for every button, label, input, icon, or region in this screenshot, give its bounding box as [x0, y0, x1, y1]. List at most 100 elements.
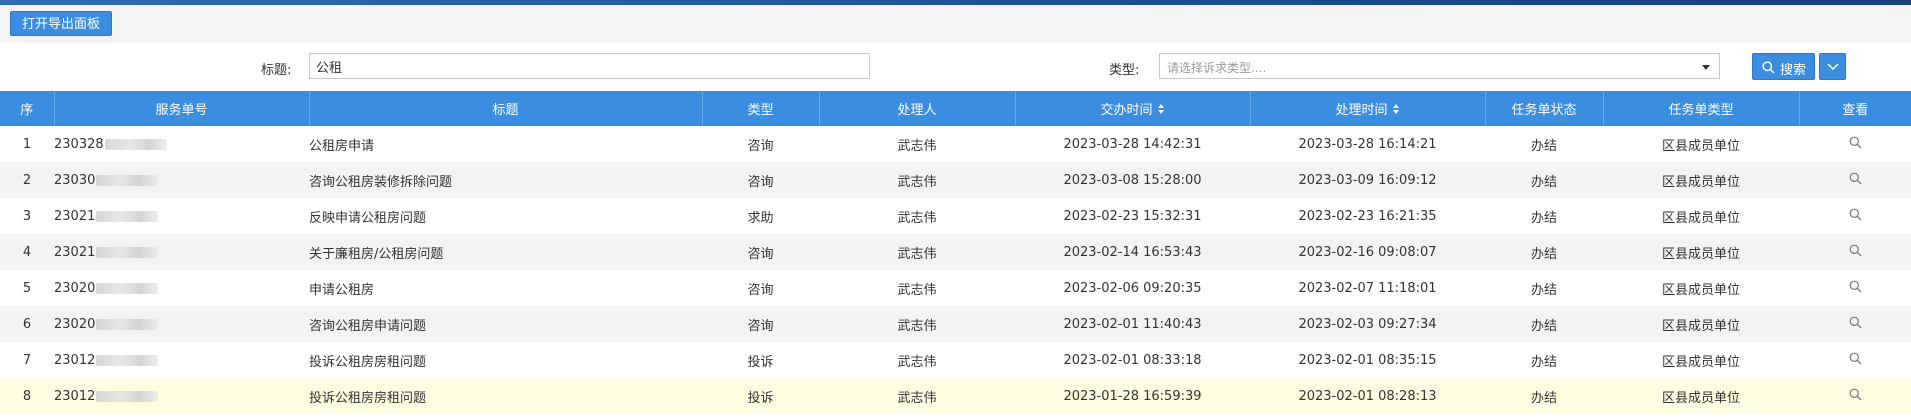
row-task-status-text: 办结	[1530, 354, 1557, 370]
row-view	[1799, 342, 1911, 378]
row-type: 咨询	[702, 126, 819, 162]
service-no-text: 23021	[54, 208, 96, 224]
row-task-type-text: 区县成员单位	[1661, 318, 1740, 334]
view-magnifier-icon[interactable]	[1849, 244, 1862, 261]
row-assigned-time-text: 2023-02-01 08:33:18	[1063, 352, 1202, 368]
header-view[interactable]: 查看	[1799, 91, 1911, 126]
row-handler-text: 武志伟	[897, 138, 937, 154]
row-handled-time: 2023-02-03 09:27:34	[1250, 306, 1485, 342]
header-handler[interactable]: 处理人	[819, 91, 1016, 126]
search-button-label: 搜索	[1780, 63, 1807, 78]
open-export-panel-button[interactable]: 打开导出面板	[10, 11, 113, 36]
row-task-status: 办结	[1485, 234, 1603, 270]
row-index: 1	[0, 126, 54, 162]
header-handled-time[interactable]: 处理时间	[1250, 91, 1486, 126]
header-task-status[interactable]: 任务单状态	[1485, 91, 1604, 126]
row-type-text: 咨询	[747, 282, 774, 298]
header-service-no[interactable]: 服务单号	[54, 91, 310, 126]
sort-icon[interactable]	[1157, 104, 1165, 115]
row-task-status: 办结	[1485, 342, 1603, 378]
row-type-text: 咨询	[747, 138, 774, 154]
row-handler: 武志伟	[819, 162, 1015, 198]
row-assigned-time: 2023-01-28 16:59:39	[1015, 378, 1250, 414]
row-handler-text: 武志伟	[897, 282, 937, 298]
row-type-text: 咨询	[747, 318, 774, 334]
view-magnifier-icon[interactable]	[1849, 316, 1862, 333]
table-body: 1 230328 公租房申请 咨询 武志伟 2023-03-28 14:42:31 2023…	[0, 126, 1911, 414]
row-view	[1799, 162, 1911, 198]
row-task-type: 区县成员单位	[1603, 234, 1799, 270]
sort-icon[interactable]	[1392, 104, 1400, 115]
view-magnifier-icon[interactable]	[1849, 208, 1862, 225]
row-task-type-text: 区县成员单位	[1661, 282, 1740, 298]
table-row[interactable]: 1 230328 公租房申请 咨询 武志伟 2023-03-28 14:42:31 2023…	[0, 126, 1911, 162]
row-index-text: 4	[22, 244, 32, 260]
row-index-text: 7	[22, 352, 32, 368]
view-magnifier-icon[interactable]	[1849, 388, 1862, 405]
header-assigned-time[interactable]: 交办时间	[1015, 91, 1251, 126]
row-view	[1799, 378, 1911, 414]
row-assigned-time: 2023-02-01 11:40:43	[1015, 306, 1250, 342]
service-no-text: 23030	[54, 172, 96, 188]
redacted-id-mask	[96, 282, 159, 294]
row-assigned-time-text: 2023-01-28 16:59:39	[1063, 388, 1202, 404]
row-task-status: 办结	[1485, 198, 1603, 234]
row-assigned-time: 2023-02-23 15:32:31	[1015, 198, 1250, 234]
type-select[interactable]: 请选择诉求类型....	[1159, 53, 1720, 79]
row-task-status: 办结	[1485, 126, 1603, 162]
row-title-text: 公租房申请	[309, 138, 375, 154]
table-row[interactable]: 6 23020 咨询公租房申请问题 咨询 武志伟 2023-02-01 11:40:43 2…	[0, 306, 1911, 342]
row-handled-time-text: 2023-03-28 16:14:21	[1298, 136, 1437, 152]
row-assigned-time-text: 2023-02-06 09:20:35	[1063, 280, 1202, 296]
table-row[interactable]: 8 23012 投诉公租房房租问题 投诉 武志伟 2023-01-28 16:59:39 2…	[0, 378, 1911, 414]
search-options-dropdown-button[interactable]	[1819, 53, 1846, 80]
row-index: 3	[0, 198, 54, 234]
row-index-text: 6	[22, 316, 32, 332]
row-title-text: 投诉公租房房租问题	[309, 354, 427, 370]
row-handled-time-text: 2023-02-07 11:18:01	[1298, 280, 1437, 296]
row-index-text: 8	[22, 388, 32, 404]
view-magnifier-icon[interactable]	[1849, 136, 1862, 153]
header-type[interactable]: 类型	[702, 91, 820, 126]
view-magnifier-icon[interactable]	[1849, 172, 1862, 189]
header-task-type[interactable]: 任务单类型	[1603, 91, 1800, 126]
table-row[interactable]: 5 23020 申请公租房 咨询 武志伟 2023-02-06 09:20:35 2023-…	[0, 270, 1911, 306]
table-row[interactable]: 3 23021 反映申请公租房问题 求助 武志伟 2023-02-23 15:32:31 2…	[0, 198, 1911, 234]
row-index: 5	[0, 270, 54, 306]
search-icon	[1762, 61, 1775, 74]
view-magnifier-icon[interactable]	[1849, 352, 1862, 369]
row-task-status-text: 办结	[1530, 210, 1557, 226]
row-index-text: 2	[22, 172, 32, 188]
row-assigned-time: 2023-03-08 15:28:00	[1015, 162, 1250, 198]
row-index-text: 1	[22, 136, 32, 152]
row-assigned-time: 2023-02-14 16:53:43	[1015, 234, 1250, 270]
row-title-text: 投诉公租房房租问题	[309, 390, 427, 406]
header-title[interactable]: 标题	[309, 91, 703, 126]
row-index: 6	[0, 306, 54, 342]
row-handled-time: 2023-02-01 08:35:15	[1250, 342, 1485, 378]
table-row[interactable]: 4 23021 关于廉租房/公租房问题 咨询 武志伟 2023-02-14 16:53:4…	[0, 234, 1911, 270]
row-task-status: 办结	[1485, 162, 1603, 198]
search-button[interactable]: 搜索	[1752, 53, 1815, 80]
row-handled-time-text: 2023-02-01 08:35:15	[1298, 352, 1437, 368]
row-handler: 武志伟	[819, 306, 1015, 342]
row-type-text: 投诉	[747, 354, 774, 370]
row-handled-time: 2023-02-16 09:08:07	[1250, 234, 1485, 270]
table-row[interactable]: 2 23030 咨询公租房装修拆除问题 咨询 武志伟 2023-03-08 15:28:0…	[0, 162, 1911, 198]
service-no: 23030	[54, 162, 309, 198]
row-assigned-time-text: 2023-02-23 15:32:31	[1063, 208, 1202, 224]
row-type-text: 求助	[747, 210, 774, 226]
row-handler-text: 武志伟	[897, 174, 937, 190]
row-task-type: 区县成员单位	[1603, 198, 1799, 234]
header-index[interactable]: 序	[0, 91, 55, 126]
row-type: 咨询	[702, 234, 819, 270]
row-view	[1799, 126, 1911, 162]
title-filter-input[interactable]	[309, 53, 870, 79]
row-task-type-text: 区县成员单位	[1661, 246, 1740, 262]
row-task-status: 办结	[1485, 306, 1603, 342]
redacted-id-mask	[96, 390, 159, 402]
table-row[interactable]: 7 23012 投诉公租房房租问题 投诉 武志伟 2023-02-01 08:33:18 2…	[0, 342, 1911, 378]
row-assigned-time-text: 2023-03-08 15:28:00	[1063, 172, 1202, 188]
view-magnifier-icon[interactable]	[1849, 280, 1862, 297]
row-type: 求助	[702, 198, 819, 234]
